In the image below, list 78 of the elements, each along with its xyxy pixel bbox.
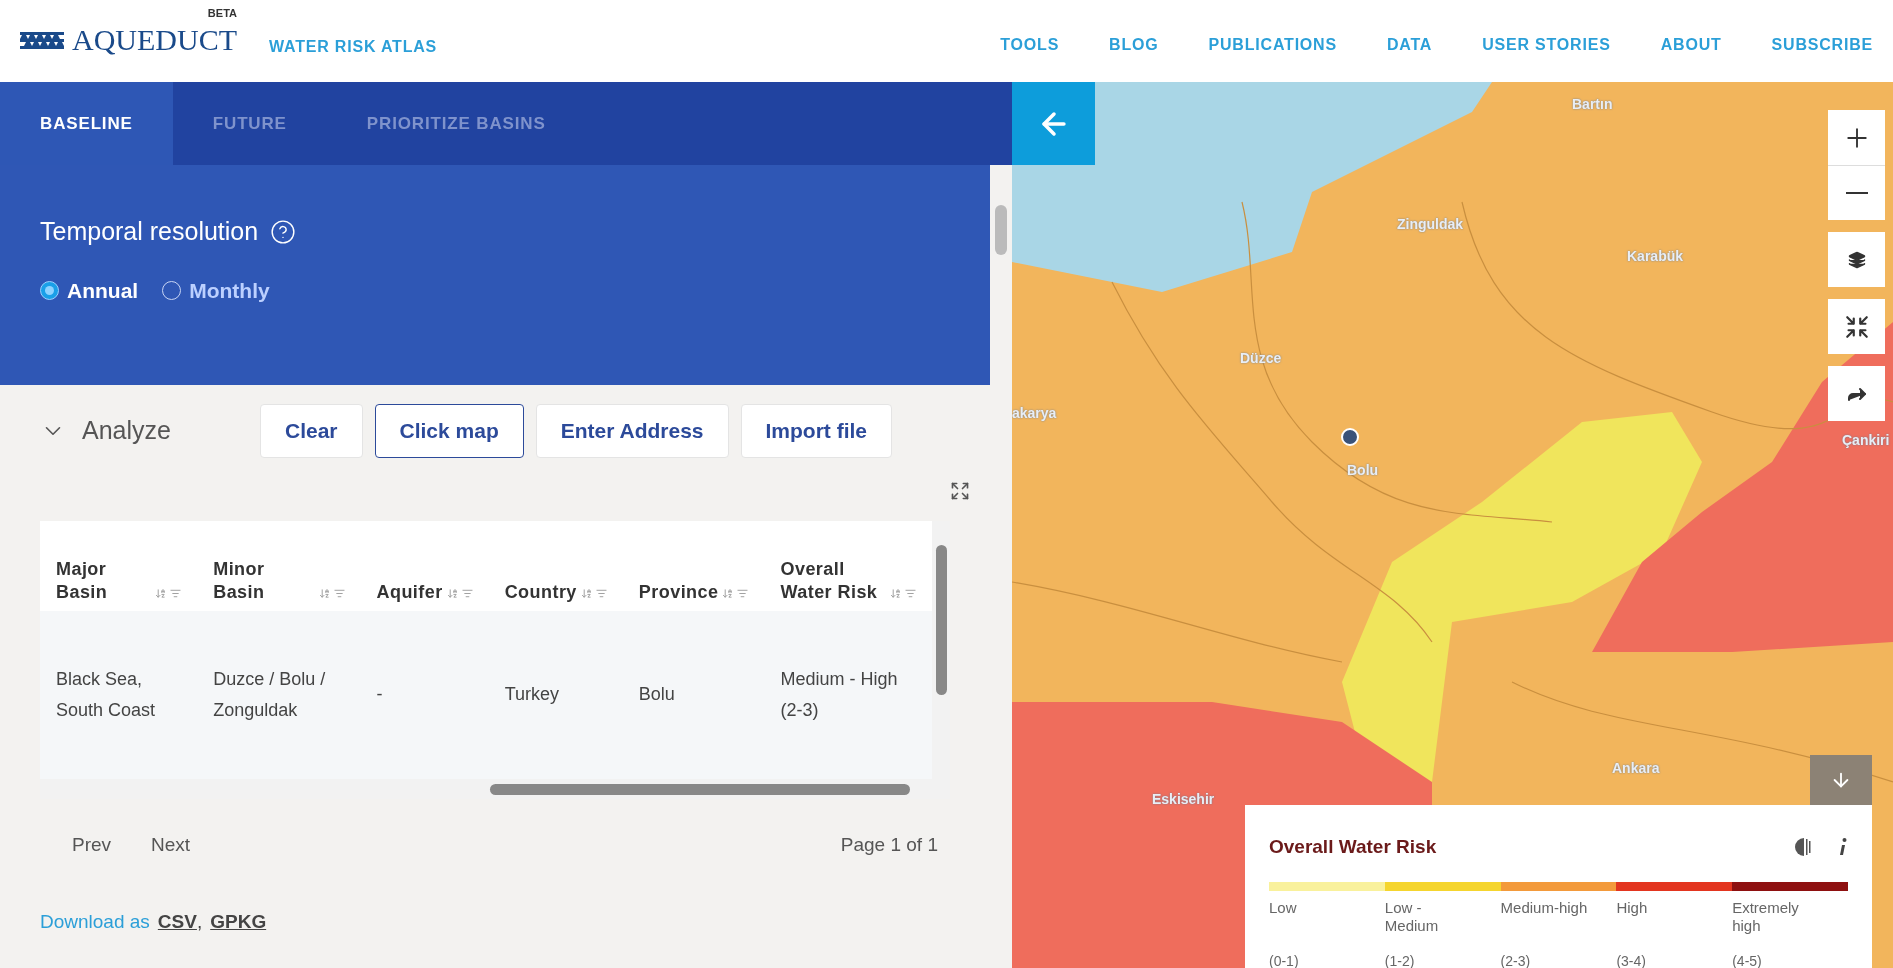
legend-range: (2-3) [1500, 951, 1532, 968]
sort-icon[interactable] [890, 588, 901, 599]
filter-icon[interactable] [333, 588, 345, 599]
temporal-title: Temporal resolution [40, 216, 259, 247]
shrink-icon [1843, 313, 1870, 340]
map-view[interactable]: Bartın Zinguldak Karabük Düzce akarya Bolu Çankiri Ankara Eskisehir Overall Water Risk Low (0-1) Low - Medium (1-2) Medium-high (2-3) High (3-4) Extremely high (4-5) [1012, 82, 1893, 968]
legend-range: (1-2) [1384, 951, 1416, 968]
download-link[interactable]: GPKG [210, 907, 267, 936]
table-cell: Duzce / Bolu / Zonguldak [197, 611, 361, 779]
table-cell: - [360, 611, 489, 779]
column-header[interactable]: Overall Water Risk [764, 521, 932, 611]
table-cell: Medium - High (2-3) [764, 611, 932, 779]
place-label: Bolu [1347, 461, 1379, 480]
column-header[interactable]: Aquifer [360, 521, 489, 611]
column-header[interactable]: Major Basin [40, 521, 198, 611]
analyze-button[interactable]: Clear [260, 404, 363, 458]
collapse-button[interactable] [1828, 299, 1885, 354]
logo-text: AQUEDUCT [72, 23, 237, 56]
tab[interactable]: BASELINE [0, 82, 173, 165]
beta-label: BETA [207, 6, 237, 21]
legend-range: (4-5) [1732, 951, 1763, 968]
sort-icon[interactable] [446, 588, 458, 599]
legend-range: (0-1) [1269, 951, 1300, 968]
place-label: akarya [1012, 404, 1057, 423]
analyze-toggle[interactable]: Analyze [40, 412, 260, 450]
legend-label: Low [1269, 898, 1298, 918]
place-label: Düzce [1240, 349, 1282, 368]
sort-icon[interactable] [155, 588, 167, 599]
place-label: Karabük [1627, 247, 1684, 266]
sort-icon[interactable] [580, 588, 592, 599]
page-indicator: Page 1 of 1 [840, 833, 939, 857]
download-label: Download as [40, 909, 150, 934]
legend-label: Extremely high [1732, 898, 1800, 937]
place-label: Çankiri [1842, 431, 1890, 450]
place-label: Zinguldak [1397, 215, 1464, 234]
sort-icon[interactable] [722, 588, 734, 599]
analyze-button[interactable]: Enter Address [535, 404, 729, 458]
share-button[interactable] [1828, 366, 1885, 421]
legend-label: High [1616, 898, 1649, 918]
layers-button[interactable] [1828, 232, 1885, 287]
legend-range: (3-4) [1616, 951, 1647, 968]
column-header[interactable]: Province [622, 521, 765, 611]
help-icon[interactable] [270, 218, 297, 245]
expand-icon[interactable] [950, 481, 970, 501]
legend-title: Overall Water Risk [1269, 835, 1437, 859]
filter-icon[interactable] [461, 588, 473, 599]
opacity-icon[interactable] [1794, 837, 1814, 858]
column-header[interactable]: Minor Basin [197, 521, 361, 611]
download-link[interactable]: CSV [157, 907, 197, 936]
table-cell: Turkey [488, 611, 623, 779]
back-button[interactable] [1012, 82, 1095, 165]
table-cell: Bolu [622, 611, 765, 779]
minus-icon [1845, 192, 1868, 194]
info-icon[interactable] [1838, 837, 1848, 858]
legend-label: Medium-high [1500, 898, 1589, 918]
analyze-button[interactable]: Click map [374, 404, 524, 458]
prev-button[interactable]: Prev [40, 831, 144, 860]
filter-icon[interactable] [170, 588, 182, 599]
column-header[interactable]: Country [488, 521, 623, 611]
filter-icon[interactable] [595, 588, 607, 599]
map-marker-icon [1341, 428, 1359, 446]
radio-option[interactable]: Monthly [162, 274, 270, 306]
separator-text: , [196, 909, 203, 934]
sort-icon[interactable] [318, 588, 330, 599]
analyze-button[interactable]: Import file [740, 404, 893, 458]
filter-icon[interactable] [737, 588, 749, 599]
legend-toggle-button[interactable] [1810, 755, 1872, 805]
place-label: Bartın [1572, 95, 1613, 114]
layers-icon [1847, 250, 1866, 269]
place-label: Ankara [1612, 759, 1660, 778]
table-cell: Black Sea, South Coast [40, 611, 198, 779]
site-subtitle: WATER RISK ATLAS [269, 37, 438, 57]
radio-option[interactable]: Annual [40, 274, 139, 306]
next-button[interactable]: Next [143, 831, 199, 860]
filter-icon[interactable] [905, 588, 916, 599]
place-label: Eskisehir [1152, 790, 1215, 809]
legend-label: Low - Medium [1384, 898, 1440, 937]
zoom-in-button[interactable] [1828, 110, 1885, 165]
